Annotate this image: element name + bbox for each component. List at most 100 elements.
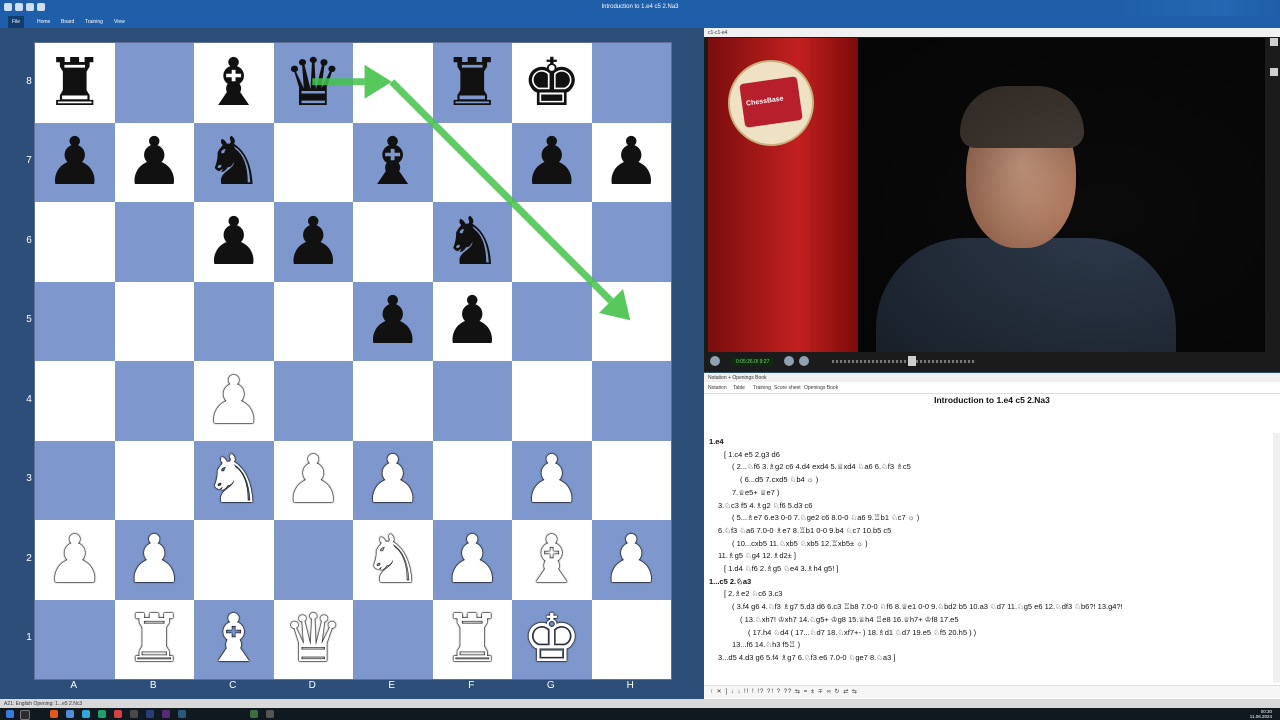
square-a5[interactable] — [35, 281, 115, 361]
square-b2[interactable]: ♟ — [114, 520, 194, 600]
black-pawn-icon[interactable]: ♟ — [125, 129, 184, 195]
square-h6[interactable] — [591, 202, 671, 282]
black-pawn-icon[interactable]: ♟ — [443, 288, 502, 354]
chessboard[interactable]: ♜ ♝ ♛ ♜ ♚ ♟ ♟ ♞ ♝ ♟ ♟ ♟ ♟ ♞ ♟ ♟ ♟ ♞ ♟ ♟ ♟ ♟ ♟ ♞ ♟ ♝ ♟ ♜ ♝ ♛ ♜ ♚ — [34, 42, 672, 680]
square-f4[interactable] — [432, 361, 512, 441]
move-line[interactable]: 3.♘c3 f5 4.♗g2 ♘f6 5.d3 c6 — [718, 501, 812, 510]
notation-scrollbar[interactable] — [1273, 433, 1280, 683]
app-icon-2[interactable] — [178, 710, 186, 718]
square-e6[interactable] — [353, 202, 433, 282]
black-knight-icon[interactable]: ♞ — [443, 208, 502, 275]
square-a6[interactable] — [35, 202, 115, 282]
video-side-button-1[interactable] — [1270, 38, 1278, 46]
square-d4[interactable] — [273, 361, 353, 441]
black-pawn-icon[interactable]: ♟ — [284, 208, 343, 275]
tab-training[interactable]: Training — [753, 385, 771, 391]
square-c4[interactable]: ♟ — [194, 361, 274, 441]
square-h7[interactable]: ♟ — [591, 122, 671, 202]
square-a7[interactable]: ♟ — [35, 122, 115, 202]
square-c6[interactable]: ♟ — [194, 202, 274, 282]
square-c5[interactable] — [194, 281, 274, 361]
white-king-icon[interactable]: ♚ — [522, 606, 581, 672]
square-a1[interactable] — [35, 599, 115, 679]
move-line[interactable]: 1...c5 2.♘a3 — [709, 577, 751, 586]
video-side-button-2[interactable] — [1270, 68, 1278, 76]
move-line[interactable]: 7.♕e5+ ♕e7 ) — [732, 488, 779, 497]
black-queen-icon[interactable]: ♛ — [284, 49, 343, 116]
square-d6[interactable]: ♟ — [273, 202, 353, 282]
square-e5[interactable]: ♟ — [353, 281, 433, 361]
move-line[interactable]: [ 1.d4 ♘f6 2.♗g5 ♘e4 3.♗h4 g5! ] — [724, 564, 838, 573]
square-d8[interactable]: ♛ — [273, 43, 353, 123]
square-g6[interactable] — [512, 202, 592, 282]
square-f3[interactable] — [432, 440, 512, 520]
black-pawn-icon[interactable]: ♟ — [45, 129, 104, 195]
square-d2[interactable] — [273, 520, 353, 600]
square-h4[interactable] — [591, 361, 671, 441]
video-player[interactable]: ChessBase — [708, 38, 1265, 352]
app-icon[interactable] — [98, 710, 106, 718]
white-pawn-icon[interactable]: ♟ — [522, 447, 581, 513]
square-d5[interactable] — [273, 281, 353, 361]
video-seek-handle[interactable] — [908, 356, 916, 366]
square-b3[interactable] — [114, 440, 194, 520]
video-seek-slider[interactable] — [832, 360, 976, 363]
menu-view[interactable]: View — [114, 19, 125, 25]
move-line[interactable]: [ 1.c4 e5 2.g3 d6 — [724, 450, 780, 459]
square-f2[interactable]: ♟ — [432, 520, 512, 600]
move-line[interactable]: ( 17.h4 ♘d4 ( 17...♘d7 18.♘xf7+- ) 18.♗d… — [748, 628, 976, 637]
white-pawn-icon[interactable]: ♟ — [363, 447, 422, 513]
white-pawn-icon[interactable]: ♟ — [45, 526, 104, 593]
move-line[interactable]: ( 5...♗e7 6.e3 0-0 7.♘ge2 c6 8.0-0 ♘a6 9… — [732, 513, 919, 522]
white-pawn-icon[interactable]: ♟ — [284, 447, 343, 513]
move-line[interactable]: ( 6...d5 7.cxd5 ♘b4 ☼ ) — [740, 475, 818, 484]
move-line[interactable]: 13...f6 14.♘h3 f5♖ ) — [732, 640, 800, 649]
square-h3[interactable] — [591, 440, 671, 520]
white-queen-icon[interactable]: ♛ — [284, 606, 343, 672]
square-b7[interactable]: ♟ — [114, 122, 194, 202]
menu-training[interactable]: Training — [85, 19, 103, 25]
square-f8[interactable]: ♜ — [432, 43, 512, 123]
move-line[interactable]: ( 2...♘f6 3.♗g2 c6 4.d4 exd4 5.♕xd4 ♘a6 … — [732, 462, 911, 471]
square-a8[interactable]: ♜ — [35, 43, 115, 123]
square-c1[interactable]: ♝ — [194, 599, 274, 679]
square-d3[interactable]: ♟ — [273, 440, 353, 520]
square-d7[interactable] — [273, 122, 353, 202]
square-c3[interactable]: ♞ — [194, 440, 274, 520]
photoshop-icon[interactable] — [146, 710, 154, 718]
square-c8[interactable]: ♝ — [194, 43, 274, 123]
square-e4[interactable] — [353, 361, 433, 441]
black-pawn-icon[interactable]: ♟ — [363, 288, 422, 354]
menu-file[interactable]: File — [8, 16, 25, 28]
move-line[interactable]: ( 3.f4 g6 4.♘f3 ♗g7 5.d3 d6 6.c3 ♖b8 7.0… — [732, 602, 1123, 611]
black-knight-icon[interactable]: ♞ — [204, 129, 263, 195]
square-a2[interactable]: ♟ — [35, 520, 115, 600]
square-c2[interactable] — [194, 520, 274, 600]
square-e7[interactable]: ♝ — [353, 122, 433, 202]
white-bishop-icon[interactable]: ♝ — [522, 526, 581, 593]
chrome-icon[interactable] — [114, 710, 122, 718]
square-f5[interactable]: ♟ — [432, 281, 512, 361]
square-h5[interactable] — [591, 281, 671, 361]
square-b4[interactable] — [114, 361, 194, 441]
menu-board[interactable]: Board — [61, 19, 74, 25]
square-g1[interactable]: ♚ — [512, 599, 592, 679]
square-d1[interactable]: ♛ — [273, 599, 353, 679]
settings-icon[interactable] — [266, 710, 274, 718]
tab-openings-book[interactable]: Openings Book — [804, 385, 838, 391]
menu-home[interactable]: Home — [37, 19, 50, 25]
square-f6[interactable]: ♞ — [432, 202, 512, 282]
annotation-toolbar[interactable]: ↑ ✕ ] ↓ ↓ !! ! !? ?! ? ?? ⇆ = ± ∓ ∞ ↻ ⇄ … — [704, 685, 1280, 698]
edge-icon[interactable] — [66, 710, 74, 718]
black-rook-icon[interactable]: ♜ — [45, 49, 104, 116]
brave-icon[interactable] — [50, 710, 58, 718]
black-pawn-icon[interactable]: ♟ — [204, 208, 263, 275]
square-e3[interactable]: ♟ — [353, 440, 433, 520]
annotation-symbols[interactable]: ↑ ✕ ] ↓ ↓ !! ! !? ?! ? ?? ⇆ = ± ∓ ∞ ↻ ⇄ … — [710, 688, 858, 695]
black-king-icon[interactable]: ♚ — [522, 49, 581, 116]
square-a4[interactable] — [35, 361, 115, 441]
move-line[interactable]: 11.♗g5 ♘g4 12.♗d2± ] — [718, 551, 796, 560]
white-pawn-icon[interactable]: ♟ — [602, 526, 661, 593]
move-line[interactable]: ( 13.♘xh7! ♔xh7 14.♘g5+ ♔g8 15.♕h4 ♖e8 1… — [740, 615, 959, 624]
square-h2[interactable]: ♟ — [591, 520, 671, 600]
